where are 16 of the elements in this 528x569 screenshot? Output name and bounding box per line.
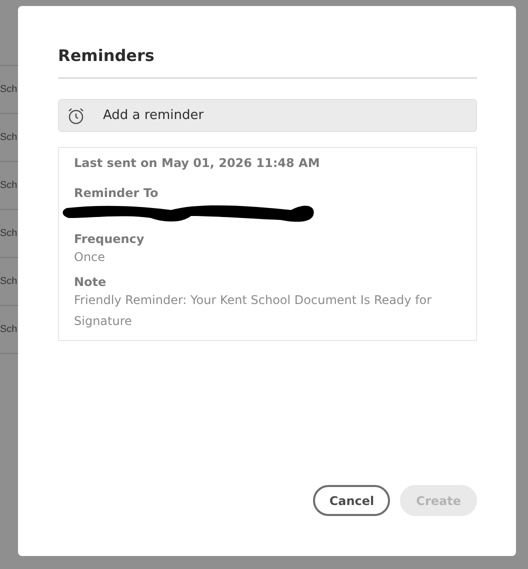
field-label: Note	[74, 274, 108, 290]
table-cell: Sch	[0, 228, 18, 239]
last-sent-text: Last sent on May 01, 2026 11:48 AM	[74, 156, 321, 170]
field-label: Reminder To	[74, 185, 160, 201]
table-cell: Sch	[0, 180, 18, 191]
table-cell: Sch	[0, 324, 18, 335]
table-cell: Sch	[0, 84, 18, 95]
table-cell: Sch	[0, 132, 18, 143]
alarm-clock-icon	[67, 106, 85, 124]
table-cell: Sch	[0, 276, 18, 287]
dialog-title: Reminders	[58, 46, 477, 79]
add-reminder-button[interactable]: Add a reminder	[58, 99, 477, 132]
field-value: Friendly Reminder: Your Kent School Document Is Ready for Signature	[74, 292, 433, 330]
field-value: Once	[74, 249, 106, 266]
cancel-button[interactable]: Cancel	[313, 485, 390, 516]
field-label: Frequency	[74, 231, 146, 247]
